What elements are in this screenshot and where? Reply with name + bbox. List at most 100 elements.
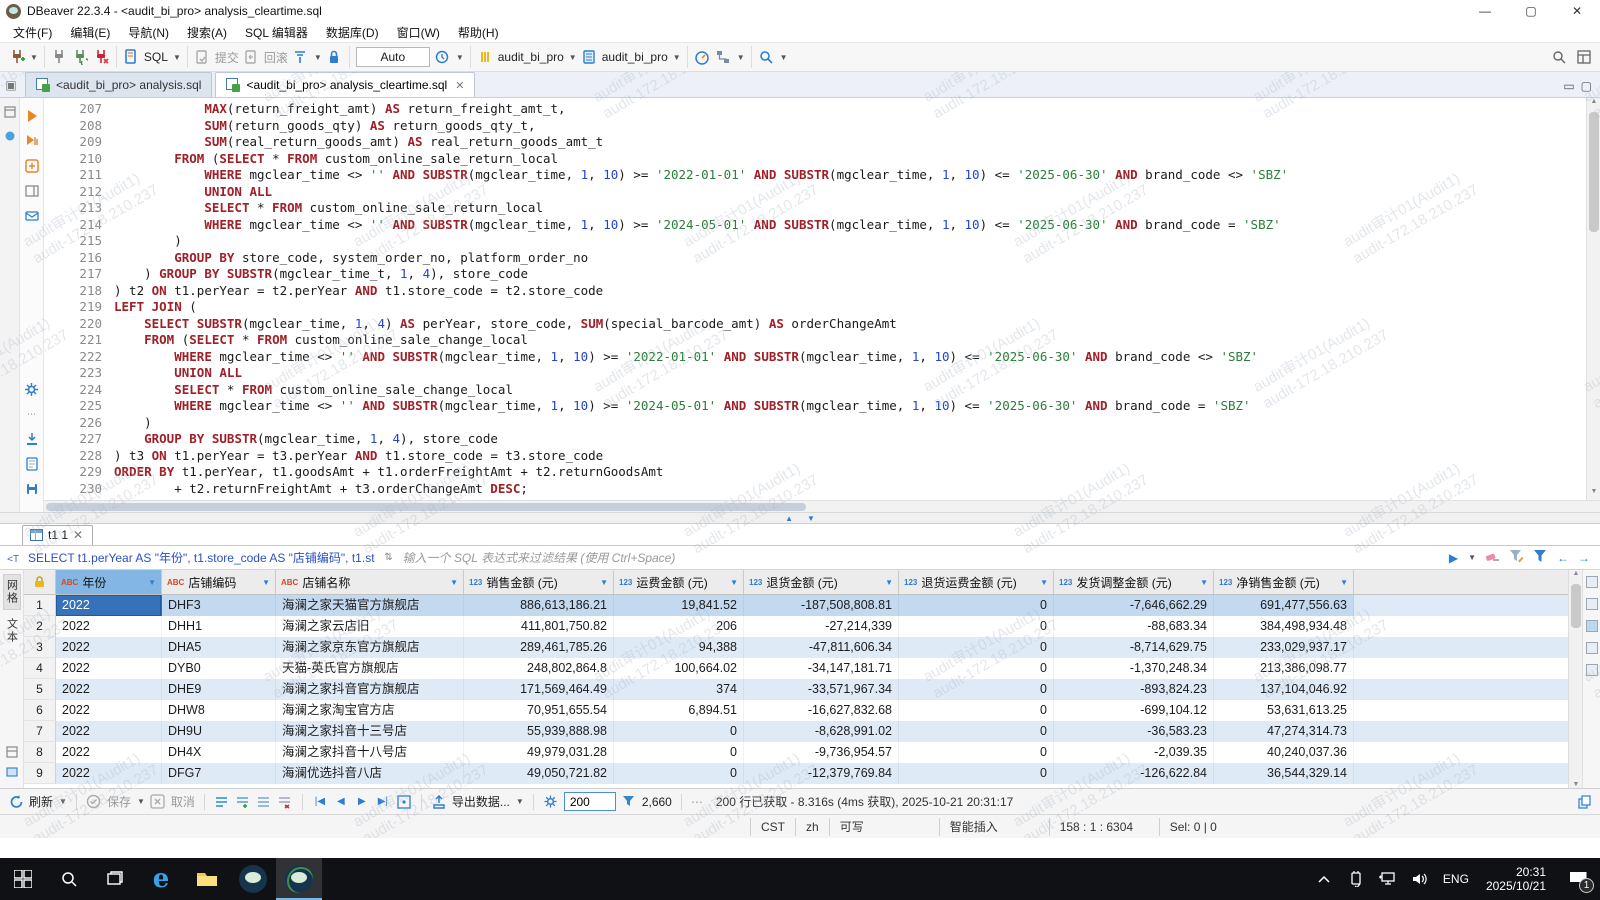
table-cell[interactable]: DH9U	[162, 721, 276, 742]
editor-vertical-scrollbar[interactable]: ▲ ▼	[1586, 98, 1600, 500]
volume-icon[interactable]	[1404, 858, 1436, 900]
table-cell[interactable]: 0	[899, 595, 1054, 616]
code-line[interactable]: )	[114, 415, 1586, 432]
table-cell[interactable]: 137,104,046.92	[1214, 679, 1354, 700]
outline-icon[interactable]	[2, 128, 18, 144]
goto-row-icon[interactable]	[396, 794, 412, 810]
table-cell[interactable]: -47,811,606.34	[744, 637, 899, 658]
save-label[interactable]: 保存	[107, 793, 131, 810]
row-number[interactable]: 5	[24, 679, 56, 700]
export-data-label[interactable]: 导出数据...	[452, 793, 510, 810]
code-line[interactable]: UNION ALL	[114, 365, 1586, 382]
row-number[interactable]: 2	[24, 616, 56, 637]
table-cell[interactable]: 374	[614, 679, 744, 700]
scroll-thumb[interactable]	[1589, 112, 1599, 232]
table-cell[interactable]: 2022	[56, 679, 162, 700]
splitter-up-icon[interactable]: ▲	[785, 514, 793, 523]
code-line[interactable]: LEFT JOIN (	[114, 299, 1586, 316]
dbeaver-taskbar-icon[interactable]	[276, 858, 322, 900]
save-icon[interactable]	[86, 794, 102, 810]
code-line[interactable]: FROM (SELECT * FROM custom_online_sale_c…	[114, 332, 1586, 349]
refresh-icon[interactable]	[8, 794, 24, 810]
code-line[interactable]: SUM(return_goods_qty) AS return_goods_qt…	[114, 118, 1586, 135]
row-number[interactable]: 3	[24, 637, 56, 658]
table-cell[interactable]: 海澜之家云店旧	[276, 616, 464, 637]
grid-corner-cell[interactable]	[24, 570, 56, 594]
editor-horizontal-scrollbar[interactable]	[44, 500, 1600, 512]
usb-device-icon[interactable]	[1340, 858, 1372, 900]
code-line[interactable]: ) t3 ON t1.perYear = t3.perYear AND t1.s…	[114, 448, 1586, 465]
new-connection-dropdown[interactable]: ▼	[30, 53, 38, 62]
table-cell[interactable]: 233,029,937.17	[1214, 637, 1354, 658]
commit-mode-combo[interactable]: Auto	[356, 47, 430, 67]
table-cell[interactable]: DHA5	[162, 637, 276, 658]
export-result-icon[interactable]	[24, 431, 40, 447]
table-cell[interactable]: 海澜之家抖音官方旗舰店	[276, 679, 464, 700]
table-cell[interactable]: 36,544,329.14	[1214, 763, 1354, 784]
start-button[interactable]	[0, 858, 46, 900]
quick-search-icon[interactable]	[1550, 49, 1567, 66]
column-filter-arrow-icon[interactable]: ▼	[262, 578, 270, 587]
caret-position-indicator[interactable]: 158 : 1 : 6304	[1049, 818, 1159, 836]
row-number[interactable]: 6	[24, 700, 56, 721]
code-line[interactable]: SELECT * FROM custom_online_sale_return_…	[114, 200, 1586, 217]
save-to-db-icon[interactable]	[24, 481, 40, 497]
column-filter-arrow-icon[interactable]: ▼	[1040, 578, 1048, 587]
code-line[interactable]: WHERE mgclear_time <> '' AND SUBSTR(mgcl…	[114, 217, 1586, 234]
app-icon-1[interactable]	[230, 858, 276, 900]
table-cell[interactable]: -2,039.35	[1054, 742, 1214, 763]
table-cell[interactable]: 19,841.52	[614, 595, 744, 616]
code-line[interactable]: )	[114, 233, 1586, 250]
table-cell[interactable]: -893,824.23	[1054, 679, 1214, 700]
table-cell[interactable]: 171,569,464.49	[464, 679, 614, 700]
disconnect-icon[interactable]	[93, 49, 110, 66]
table-cell[interactable]: 天猫-英氏官方旗舰店	[276, 658, 464, 679]
table-cell[interactable]: 0	[614, 721, 744, 742]
row-number[interactable]: 9	[24, 763, 56, 784]
close-button[interactable]: ✕	[1554, 0, 1600, 22]
column-filter-arrow-icon[interactable]: ▼	[730, 578, 738, 587]
view-maximize-icon[interactable]: ▢	[1581, 79, 1592, 93]
table-cell[interactable]: -33,571,967.34	[744, 679, 899, 700]
task-view-icon[interactable]	[92, 858, 138, 900]
explain-plan-icon[interactable]	[24, 158, 40, 174]
refresh-dropdown[interactable]: ▼	[59, 797, 67, 806]
splitter-down-icon[interactable]: ▼	[807, 514, 815, 523]
editor-code[interactable]: MAX(return_freight_amt) AS return_freigh…	[114, 98, 1586, 500]
network-icon[interactable]	[1372, 858, 1404, 900]
table-cell[interactable]: 47,274,314.73	[1214, 721, 1354, 742]
refresh-label[interactable]: 刷新	[29, 793, 53, 810]
transaction-log-icon[interactable]	[292, 49, 309, 66]
table-cell[interactable]: 248,802,864.8	[464, 658, 614, 679]
table-cell[interactable]: 206	[614, 616, 744, 637]
row-count-filter-icon[interactable]	[621, 794, 637, 810]
dashboard-icon[interactable]	[694, 49, 711, 66]
aggregate-panel-icon[interactable]	[1586, 664, 1598, 676]
column-filter-arrow-icon[interactable]: ▼	[1340, 578, 1348, 587]
add-row-icon[interactable]	[235, 794, 251, 810]
perspective-icon[interactable]	[1575, 49, 1592, 66]
overflow-dots[interactable]: ⋯	[691, 795, 703, 809]
menu-window[interactable]: 窗口(W)	[388, 23, 449, 42]
transaction-history-icon[interactable]	[434, 49, 451, 66]
table-cell[interactable]: 海澜之家京东官方旗舰店	[276, 637, 464, 658]
erase-filter-icon[interactable]	[1485, 549, 1500, 566]
table-cell[interactable]: -1,370,248.34	[1054, 658, 1214, 679]
code-line[interactable]: ) GROUP BY SUBSTR(mgclear_time_t, 1, 4),…	[114, 266, 1586, 283]
network-profile-icon[interactable]	[715, 49, 732, 66]
prev-row-icon[interactable]: ◀	[333, 796, 349, 807]
grid-settings-gear-icon[interactable]	[543, 794, 559, 810]
code-line[interactable]: SELECT * FROM custom_online_sale_change_…	[114, 382, 1586, 399]
table-cell[interactable]: -8,628,991.02	[744, 721, 899, 742]
table-cell[interactable]: 0	[899, 721, 1054, 742]
results-tab[interactable]: t1 1 ✕	[22, 525, 93, 545]
code-line[interactable]: WHERE mgclear_time <> '' AND SUBSTR(mgcl…	[114, 167, 1586, 184]
table-cell[interactable]: 289,461,785.26	[464, 637, 614, 658]
table-cell[interactable]: -187,508,808.81	[744, 595, 899, 616]
menu-edit[interactable]: 编辑(E)	[61, 23, 119, 42]
column-header[interactable]: 123退货金额 (元)▼	[744, 570, 899, 594]
search-icon[interactable]	[758, 49, 775, 66]
taskbar-search-icon[interactable]	[46, 858, 92, 900]
menu-help[interactable]: 帮助(H)	[449, 23, 508, 42]
table-cell[interactable]: 2022	[56, 616, 162, 637]
